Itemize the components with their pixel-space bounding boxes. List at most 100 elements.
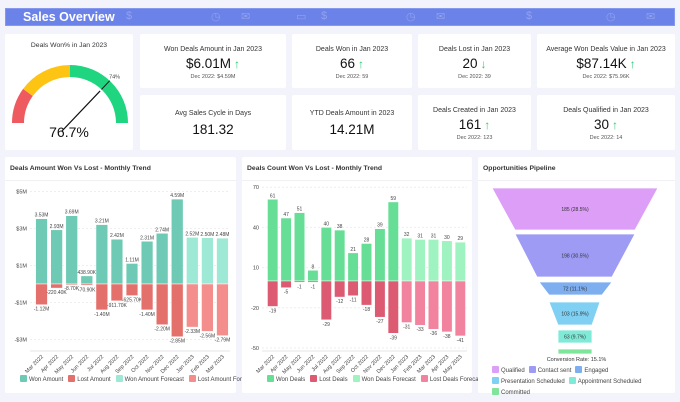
bar-won-deals-forecast	[414, 239, 426, 282]
bar-won-deals	[334, 229, 346, 282]
legend-swatch	[528, 366, 536, 373]
legend-item[interactable]: Won Amount Forecast	[115, 375, 184, 383]
data-label: -18	[363, 307, 370, 313]
kpi-value: 20	[462, 56, 478, 71]
data-label: -2.85M	[169, 339, 185, 345]
page-title: Sales Overview	[23, 10, 115, 24]
kpi-avg-sales-cycle: Avg Sales Cycle in Days 181.32	[140, 95, 286, 150]
data-label: 2.93M	[50, 224, 64, 230]
funnel-stage-label: 103 (15.9%)	[561, 312, 589, 318]
funnel-stage	[557, 348, 593, 355]
chart-legend: Won Deals Lost Deals Won Deals Forecast Los…	[267, 375, 483, 383]
legend-item[interactable]: Won Amount	[20, 375, 63, 383]
kpi-won-deals-amount: Won Deals Amount in Jan 2023 $6.01M ↑ Dec…	[140, 34, 286, 88]
arrow-up-icon: ↑	[358, 57, 365, 71]
data-label: 8	[312, 264, 315, 270]
kpi-compare: Dec 2022: 39	[458, 74, 491, 80]
data-label: -41	[457, 338, 464, 344]
data-label: -2.20M	[154, 327, 170, 333]
data-label: 59	[391, 196, 397, 202]
deals-amount-chart: $5M$3M$1M-$1M-$3M3.53M-1.12MMar 20222.93…	[14, 190, 230, 376]
dollar-icon: $	[126, 10, 133, 22]
bar-lost-deals	[387, 280, 399, 334]
bar-lost-deals	[334, 280, 346, 298]
legend-item[interactable]: Lost Amount	[68, 375, 111, 383]
legend-item[interactable]: Lost Deals	[310, 375, 348, 383]
y-tick-label: $5M	[16, 190, 27, 196]
data-label: -11	[350, 298, 357, 304]
data-label: 2.48M	[216, 232, 230, 238]
bar-lost-deals-forecast	[454, 280, 466, 337]
legend-item[interactable]: Lost Deals Forecast	[420, 375, 484, 383]
bar-lost-deals	[320, 280, 332, 321]
bar-won-deals	[320, 227, 332, 282]
data-label: -1.40M	[94, 312, 110, 318]
data-label: 32	[404, 232, 410, 238]
legend-swatch	[420, 375, 428, 382]
legend-label: Won Amount Forecast	[124, 377, 184, 383]
data-label: 30	[444, 235, 450, 241]
arrow-up-icon: ↑	[612, 118, 619, 132]
bar-lost-amount	[156, 283, 169, 325]
bar-won-amount-forecast	[186, 237, 199, 285]
pipeline-panel: Opportunities Pipeline 185 (28.5%) 198 (3…	[478, 157, 675, 396]
data-label: 2.52M	[185, 231, 199, 237]
arrow-up-icon: ↑	[484, 118, 491, 132]
legend-item[interactable]: Appointment Scheduled	[568, 377, 642, 385]
bar-won-deals	[374, 228, 386, 282]
bar-won-amount	[50, 229, 63, 285]
bar-won-deals-forecast	[401, 237, 413, 282]
clock-icon: ◷	[211, 11, 221, 23]
kpi-value: 14.21M	[329, 122, 375, 137]
legend-item[interactable]: Won Deals Forecast	[352, 375, 416, 383]
data-label: 3.69M	[65, 210, 79, 216]
data-label: -38	[443, 334, 450, 340]
bar-won-amount	[80, 275, 93, 285]
bar-lost-amount	[65, 283, 78, 286]
y-tick-label: -$3M	[14, 338, 27, 344]
legend-item[interactable]: Contact sent	[528, 366, 571, 374]
kpi-compare: Dec 2022: $75.96K	[582, 74, 630, 80]
data-label: -12	[336, 299, 343, 305]
legend-item[interactable]: Presentation Scheduled	[492, 377, 565, 385]
y-tick-label: 40	[253, 225, 259, 231]
legend-label: Presentation Scheduled	[501, 379, 565, 385]
data-label: 61	[270, 193, 276, 199]
legend-swatch	[310, 375, 318, 382]
y-tick-label: 70	[253, 185, 259, 191]
kpi-value: 181.32	[192, 122, 234, 137]
arrow-up-icon: ↑	[234, 57, 241, 71]
kpi-compare: Dec 2022: 14	[589, 135, 623, 141]
data-label: 2.50M	[200, 232, 214, 238]
bar-won-amount	[65, 215, 78, 285]
gauge-card: Deals Won% in Jan 2023 74% 76.7%	[5, 34, 133, 150]
bar-lost-deals	[294, 280, 305, 283]
data-label: 31	[431, 233, 437, 239]
gauge-segment-red	[12, 88, 33, 123]
legend-item[interactable]: Committed	[492, 388, 530, 396]
legend-label: Lost Deals	[319, 377, 348, 383]
legend-item[interactable]: Qualified	[492, 366, 525, 374]
funnel-legend: Qualified Contact sent Engaged Presentation…	[492, 366, 672, 396]
kpi-label: Deals Created in Jan 2023	[433, 107, 516, 114]
bar-won-amount	[125, 263, 139, 285]
legend-swatch	[267, 375, 274, 382]
kpi-average-won-deal-value: Average Won Deals Value in Jan 2023 $87.…	[537, 34, 675, 88]
data-label: -70.90K	[78, 287, 96, 293]
page-header: Sales Overview $ ◷ ✉ ▭ $ ◷ ✉ $ ◷ ✉	[5, 8, 675, 26]
kpi-deals-qualified: Deals Qualified in Jan 2023 30 ↑ Dec 2022…	[537, 95, 675, 150]
kpi-label: Deals Lost in Jan 2023	[438, 46, 511, 53]
legend-swatch	[115, 375, 123, 382]
data-label: 21	[350, 247, 356, 253]
legend-label: Appointment Scheduled	[577, 379, 642, 385]
kpi-label: Avg Sales Cycle in Days	[174, 110, 252, 117]
bar-lost-deals	[280, 280, 292, 288]
y-tick-label: -50	[251, 346, 259, 352]
bar-won-amount-forecast	[201, 237, 214, 285]
legend-item[interactable]: Engaged	[575, 366, 608, 374]
data-label: -19	[269, 308, 276, 314]
data-label: -29	[323, 322, 330, 328]
legend-item[interactable]: Won Deals	[267, 375, 305, 383]
legend-label: Lost Deals Forecast	[429, 377, 484, 383]
y-tick-label: $1M	[16, 264, 27, 270]
